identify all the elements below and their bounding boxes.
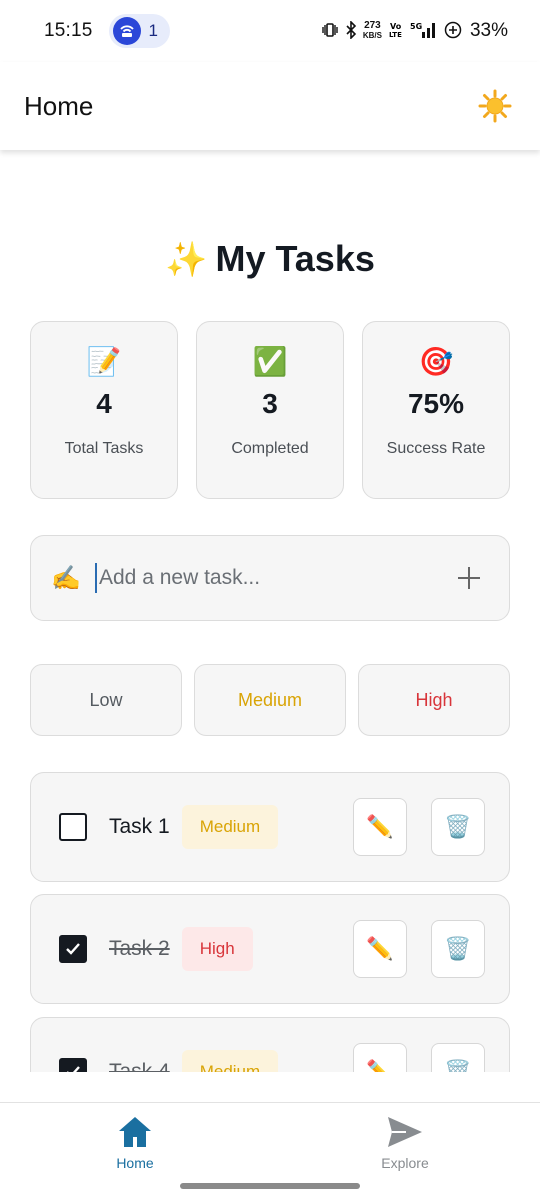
nav-home-label: Home <box>116 1155 154 1171</box>
priority-badge: High <box>181 927 253 971</box>
task-actions: ✏️ 🗑️ <box>353 798 485 856</box>
memo-icon: 📝 <box>86 346 122 377</box>
stat-card-total: 📝 4 Total Tasks <box>30 321 178 499</box>
stats-row: 📝 4 Total Tasks ✅ 3 Completed 🎯 75% Succ… <box>30 321 510 499</box>
stat-value: 75% <box>407 388 465 419</box>
battery-saver-icon <box>444 21 462 42</box>
edit-task-button[interactable]: ✏️ <box>353 1043 407 1072</box>
sun-icon <box>478 89 512 123</box>
stat-card-success-rate: 🎯 75% Success Rate <box>362 321 510 499</box>
page-title: ✨ My Tasks <box>0 238 540 280</box>
delete-task-button[interactable]: 🗑️ <box>431 798 485 856</box>
vibrate-icon <box>321 22 339 41</box>
status-bar: 15:15 1 273 KB/S Vo LTE 5G 33% <box>0 0 540 62</box>
volte-icon: Vo LTE <box>388 21 404 42</box>
stat-value: 3 <box>262 388 278 419</box>
priority-low-button[interactable]: Low <box>30 664 182 736</box>
stat-label: Completed <box>231 440 309 457</box>
trash-icon: 🗑️ <box>444 814 472 839</box>
pencil-icon: ✏️ <box>366 1059 394 1072</box>
edit-task-button[interactable]: ✏️ <box>353 798 407 856</box>
priority-high-button[interactable]: High <box>358 664 510 736</box>
app-bar: Home <box>0 62 540 150</box>
main-content: ✨ My Tasks 📝 4 Total Tasks ✅ 3 Completed … <box>0 150 540 1072</box>
plus-icon <box>458 567 480 589</box>
network-speed: 273 KB/S <box>362 20 382 41</box>
task-checkbox[interactable] <box>59 935 87 963</box>
priority-selector: Low Medium High <box>30 664 510 736</box>
signal-5g-icon: 5G <box>410 21 438 42</box>
nav-explore-label: Explore <box>381 1155 429 1171</box>
bluetooth-icon <box>345 19 357 42</box>
svg-text:5G: 5G <box>410 22 422 31</box>
check-icon <box>66 943 80 955</box>
add-task-button[interactable] <box>449 558 489 598</box>
svg-text:LTE: LTE <box>389 31 402 39</box>
task-item: Task 2 High ✏️ 🗑️ <box>30 894 510 1004</box>
task-name: Task 1 <box>109 815 170 838</box>
trash-icon: 🗑️ <box>444 1059 472 1072</box>
task-checkbox[interactable] <box>59 813 87 841</box>
notification-count: 1 <box>148 21 159 40</box>
priority-badge: Medium <box>181 805 279 849</box>
add-task-row: ✍️ <box>30 535 510 621</box>
app-bar-title: Home <box>24 90 94 121</box>
task-item: Task 1 Medium ✏️ 🗑️ <box>30 772 510 882</box>
delete-task-button[interactable]: 🗑️ <box>431 1043 485 1072</box>
battery-percent: 33% <box>469 20 508 41</box>
task-checkbox[interactable] <box>59 1058 87 1072</box>
writing-hand-icon: ✍️ <box>51 564 81 592</box>
status-time: 15:15 <box>44 20 93 41</box>
stat-card-completed: ✅ 3 Completed <box>196 321 344 499</box>
stat-label: Total Tasks <box>64 440 144 457</box>
hotspot-notification-pill[interactable]: 1 <box>108 14 171 48</box>
trash-icon: 🗑️ <box>444 936 472 961</box>
check-mark-icon: ✅ <box>252 346 288 377</box>
new-task-input[interactable] <box>95 563 449 593</box>
task-actions: ✏️ 🗑️ <box>353 1043 485 1072</box>
home-icon <box>119 1117 151 1147</box>
send-icon <box>388 1117 422 1147</box>
task-name: Task 4 <box>109 1060 170 1072</box>
task-actions: ✏️ 🗑️ <box>353 920 485 978</box>
priority-badge: Medium <box>181 1050 279 1072</box>
stat-value: 4 <box>96 388 112 419</box>
svg-text:Vo: Vo <box>390 22 402 31</box>
task-name: Task 2 <box>109 937 170 960</box>
edit-task-button[interactable]: ✏️ <box>353 920 407 978</box>
sparkles-icon: ✨ <box>165 241 208 279</box>
stat-label: Success Rate <box>386 440 486 457</box>
check-icon <box>67 1066 80 1072</box>
status-icons: 273 KB/S Vo LTE 5G 33% <box>321 19 508 42</box>
task-item: Task 4 Medium ✏️ 🗑️ <box>30 1017 510 1072</box>
pencil-icon: ✏️ <box>366 936 394 961</box>
target-icon: 🎯 <box>418 346 454 377</box>
priority-medium-button[interactable]: Medium <box>194 664 346 736</box>
page-title-text: My Tasks <box>215 238 375 279</box>
hotspot-icon <box>112 17 141 45</box>
theme-toggle-button[interactable] <box>474 85 516 127</box>
home-indicator[interactable] <box>180 1183 360 1189</box>
pencil-icon: ✏️ <box>366 814 394 839</box>
delete-task-button[interactable]: 🗑️ <box>431 920 485 978</box>
